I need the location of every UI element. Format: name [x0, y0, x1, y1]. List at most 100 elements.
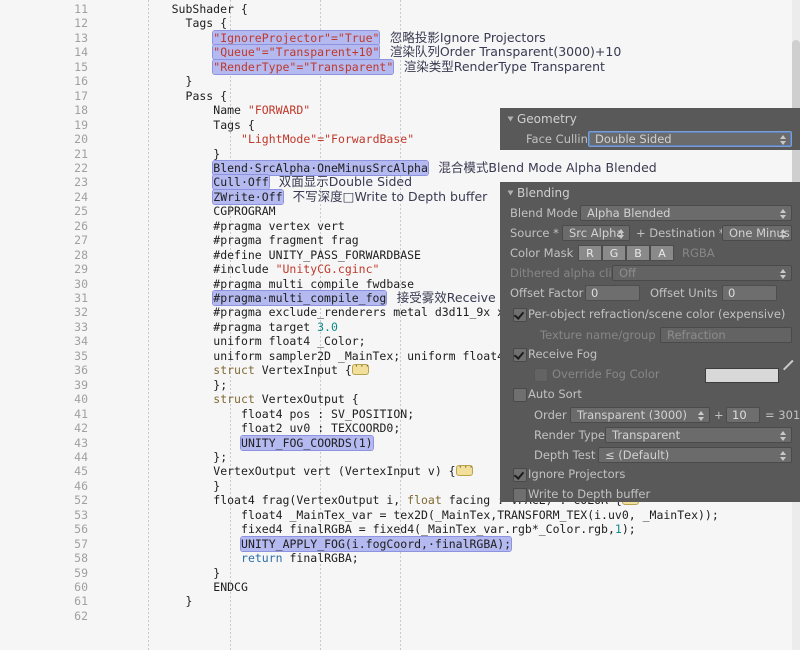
code-line[interactable]: 53 float4 _MainTex_var = tex2D(_MainTex,T… [0, 508, 800, 522]
per-object-refraction-checkbox[interactable] [513, 308, 527, 322]
code-token: float4 _MainTex_var = tex2D(_MainTex,TRA… [241, 507, 719, 522]
depth-test-row: Depth Test ≤ (Default) [500, 446, 800, 464]
code-line[interactable]: 61} [0, 594, 800, 608]
line-code: ENDCG [213, 580, 248, 594]
per-object-refraction-row[interactable]: Per-object refraction/scene color (expen… [500, 306, 800, 324]
code-line[interactable]: 62 [0, 609, 800, 623]
source-dropdown[interactable]: Src Alpha [562, 225, 630, 241]
code-token: ); [621, 522, 636, 537]
code-line[interactable]: 17 Pass { [0, 89, 800, 103]
texture-group-label: Texture name/group [540, 328, 656, 342]
code-token: SubShader { [171, 2, 248, 16]
color-mask-b-button[interactable]: B [626, 245, 650, 261]
code-token: Pass { [185, 88, 228, 103]
code-line[interactable]: 60 ENDCG [0, 580, 800, 594]
face-culling-dropdown[interactable]: Double Sided [588, 131, 792, 147]
highlighted-code: UNITY_APPLY_FOG(i.fogCoord,·finalRGBA); [241, 536, 512, 551]
write-depth-buffer-row[interactable]: Write to Depth buffer [500, 486, 800, 504]
code-line[interactable]: 14 "Queue"="Transparent+10" 渲染队列Order Tran… [0, 44, 800, 60]
blend-mode-row: Blend Mode Alpha Blended [500, 204, 800, 222]
color-mask-hint: RGBA [682, 246, 715, 260]
code-line[interactable]: 13 "IgnoreProjector"="True" 忽略投影Ignore Pro… [0, 29, 800, 45]
offset-units-value: 0 [728, 286, 736, 300]
color-mask-a-button[interactable]: A [650, 245, 674, 261]
dithered-alpha-clip-dropdown[interactable]: Off [612, 265, 792, 281]
line-code: float4 pos : SV_POSITION; [241, 407, 414, 421]
offset-factor-input[interactable]: 0 [585, 285, 640, 301]
code-token: #pragma target [213, 319, 318, 334]
override-fog-color-checkbox[interactable] [534, 368, 548, 382]
fog-color-swatch[interactable] [705, 368, 779, 383]
dropdown-arrows-icon [698, 410, 705, 422]
color-mask-buttons[interactable]: RGBA [578, 245, 674, 261]
blending-panel: Blending Blend Mode Alpha Blended Source… [500, 182, 800, 502]
color-mask-g-button[interactable]: G [602, 245, 626, 261]
offset-units-input[interactable]: 0 [722, 285, 777, 301]
line-number: 27 [74, 233, 88, 248]
geometry-panel-header[interactable]: Geometry [507, 112, 577, 126]
order-dropdown[interactable]: Transparent (3000) [570, 407, 710, 423]
code-token: "UnityCG.cginc" [275, 262, 380, 277]
code-token: float2 uv0 : TEXCOORD0; [241, 421, 401, 436]
line-code: #pragma fragment frag [213, 233, 358, 247]
line-number: 25 [74, 204, 88, 219]
code-line[interactable]: 58 return finalRGBA; [0, 551, 800, 565]
auto-sort-row[interactable]: Auto Sort [500, 386, 800, 404]
chinese-annotation: 忽略投影Ignore Projectors [389, 29, 546, 45]
code-line[interactable]: 11 SubShader { [0, 2, 800, 16]
line-number: 14 [74, 45, 88, 60]
line-code: Tags { [186, 16, 228, 30]
code-line[interactable]: 57 UNITY_APPLY_FOG(i.fogCoord,·finalRGBA)… [0, 536, 800, 551]
ignore-projectors-checkbox[interactable] [513, 468, 527, 482]
render-type-dropdown[interactable]: Transparent [605, 427, 792, 443]
code-line[interactable]: 56 fixed4 finalRGBA = fixed4(_MainTex_var… [0, 522, 800, 536]
code-line[interactable]: 16} [0, 74, 800, 88]
line-number: 20 [74, 132, 88, 147]
depth-test-dropdown[interactable]: ≤ (Default) [598, 447, 792, 463]
auto-sort-checkbox[interactable] [513, 388, 527, 402]
chinese-annotation: 双面显示Double Sided [278, 174, 413, 190]
code-line[interactable]: 12 Tags { [0, 16, 800, 30]
override-fog-color-row[interactable]: Override Fog Color [500, 366, 800, 384]
line-code: Blend·SrcAlpha·OneMinusSrcAlpha [213, 160, 428, 175]
line-number: 43 [74, 435, 88, 450]
source-value: Src Alpha [569, 226, 624, 240]
line-number: 58 [74, 551, 88, 566]
line-number: 59 [74, 565, 88, 580]
line-number: 61 [74, 594, 88, 609]
color-mask-r-button[interactable]: R [578, 245, 602, 261]
receive-fog-checkbox[interactable] [513, 348, 527, 362]
order-plus-sign: + [714, 408, 724, 422]
destination-dropdown[interactable]: One Minus [722, 225, 792, 241]
code-fold-icon[interactable] [351, 360, 370, 376]
highlighted-code: Cull·Off [213, 175, 269, 190]
code-line[interactable]: 59} [0, 566, 800, 580]
order-offset-input[interactable]: 10 [726, 407, 760, 423]
line-number: 29 [74, 262, 88, 277]
line-code: Pass { [186, 89, 228, 103]
line-code: float2 uv0 : TEXCOORD0; [241, 421, 400, 435]
depth-test-value: ≤ (Default) [605, 448, 670, 462]
code-token: float4 pos : SV_POSITION; [241, 406, 415, 421]
dropdown-arrows-icon [780, 134, 787, 146]
code-line[interactable]: 15 "RenderType"="Transparent" 渲染类型RenderTy… [0, 58, 800, 74]
code-line[interactable]: 22 Blend·SrcAlpha·OneMinusSrcAlpha 混合模式Ble… [0, 160, 800, 175]
line-number: 11 [74, 2, 88, 16]
blending-panel-header[interactable]: Blending [507, 186, 570, 200]
blend-mode-value: Alpha Blended [587, 206, 671, 220]
eyedropper-icon[interactable] [783, 369, 795, 381]
ignore-projectors-row[interactable]: Ignore Projectors [500, 466, 800, 484]
line-code: UNITY_FOG_COORDS(1) [241, 435, 373, 450]
blend-mode-dropdown[interactable]: Alpha Blended [580, 205, 792, 221]
chinese-annotation: 渲染类型RenderType Transparent [403, 58, 605, 74]
code-token: Tags { [185, 16, 228, 31]
line-number: 15 [74, 59, 88, 74]
code-fold-icon[interactable] [455, 461, 474, 477]
write-depth-buffer-checkbox[interactable] [513, 488, 527, 502]
code-token: fixed4 finalRGBA = fixed4(_MainTex_var.r… [241, 522, 615, 537]
render-type-value: Transparent [612, 428, 681, 442]
receive-fog-row[interactable]: Receive Fog [500, 346, 800, 364]
texture-group-input[interactable]: Refraction [660, 327, 792, 343]
line-code: VertexOutput vert (VertexInput v) { [213, 461, 474, 478]
line-code: uniform float4 _Color; [213, 334, 365, 348]
